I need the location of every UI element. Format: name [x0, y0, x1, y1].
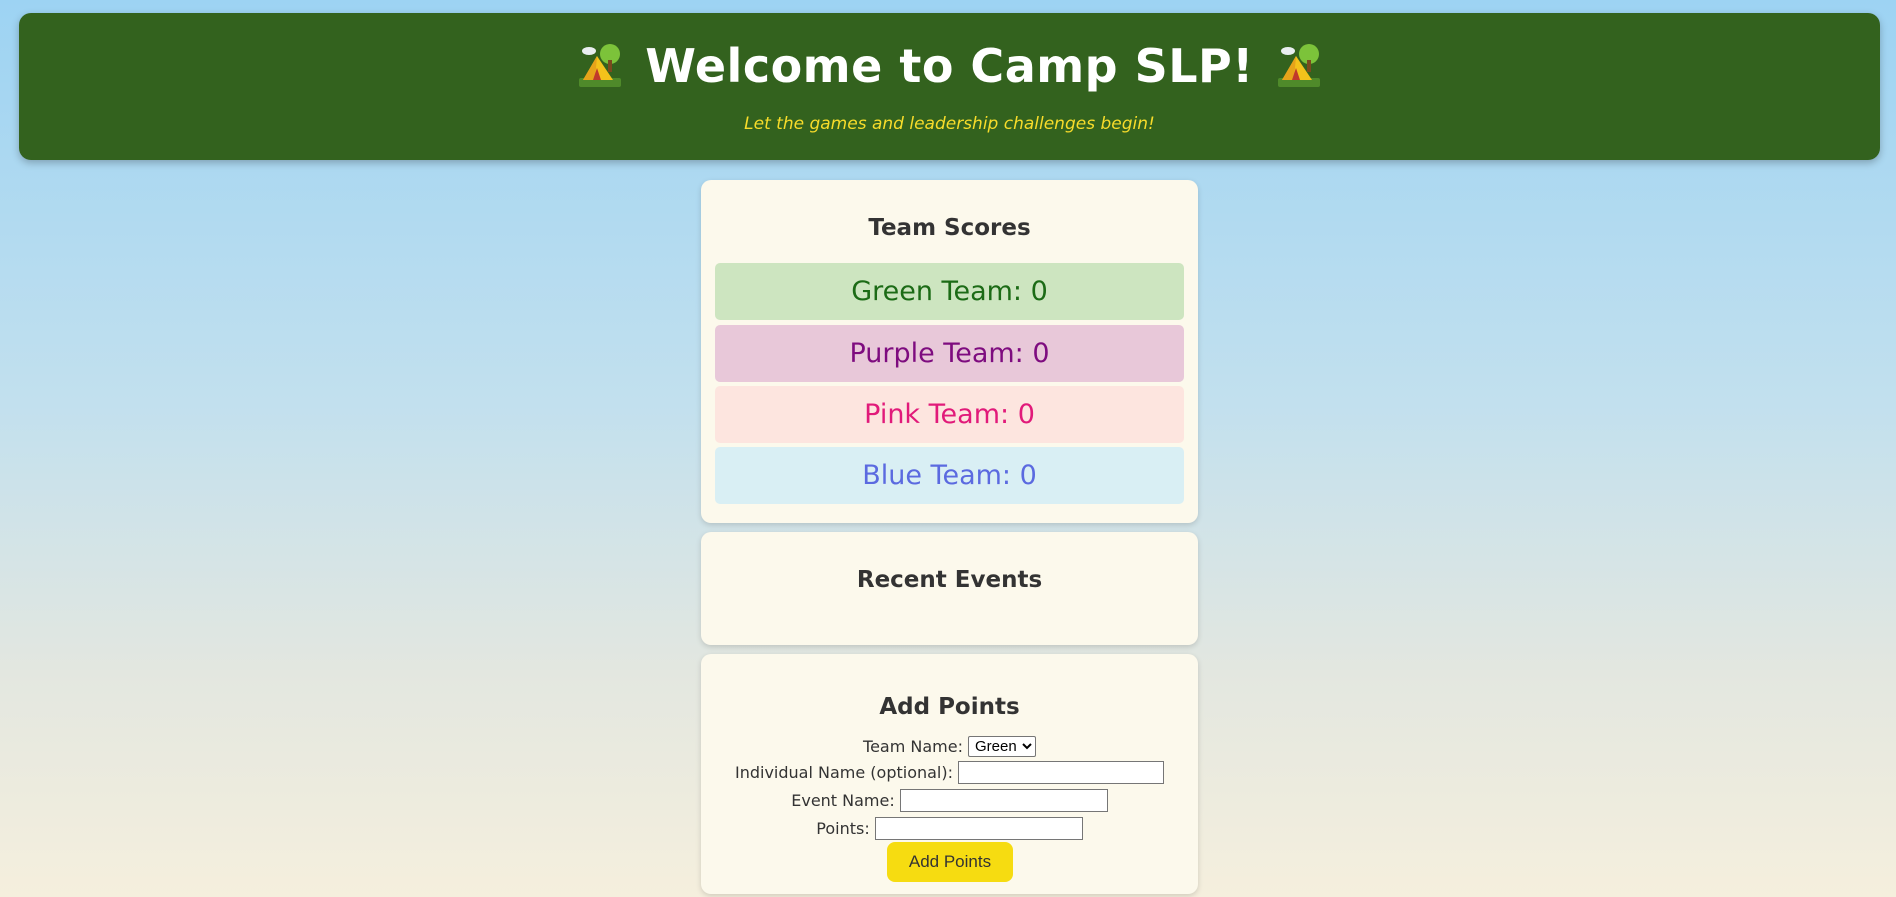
points-row: Points: — [701, 817, 1198, 840]
add-points-button[interactable]: Add Points — [887, 842, 1013, 882]
team-name-row: Team Name: Green — [701, 736, 1198, 757]
event-name-row: Event Name: — [701, 789, 1198, 812]
team-score-purple: Purple Team: 0 — [715, 325, 1184, 382]
add-points-card: Add Points Team Name: Green Individual N… — [701, 654, 1198, 894]
team-score-blue: Blue Team: 0 — [715, 447, 1184, 504]
points-label: Points: — [816, 819, 870, 838]
individual-name-label: Individual Name (optional): — [734, 763, 953, 782]
recent-events-card: Recent Events — [701, 532, 1198, 645]
team-name-label: Team Name: — [863, 737, 963, 756]
event-name-input[interactable] — [899, 789, 1108, 812]
team-scores-card: Team Scores Green Team: 0 Purple Team: 0… — [701, 180, 1198, 523]
team-score-green: Green Team: 0 — [715, 263, 1184, 320]
points-input[interactable] — [874, 817, 1083, 840]
team-score-pink: Pink Team: 0 — [715, 386, 1184, 443]
individual-name-row: Individual Name (optional): — [701, 761, 1198, 784]
team-name-select[interactable]: Green — [967, 736, 1036, 757]
tent-icon — [577, 42, 623, 90]
team-scores-title: Team Scores — [868, 215, 1031, 241]
camp-header: Welcome to Camp SLP! Let the games and l… — [19, 13, 1880, 160]
recent-events-title: Recent Events — [856, 567, 1043, 593]
tent-icon — [1276, 42, 1322, 90]
page-subtitle: Let the games and leadership challenges … — [744, 114, 1155, 134]
event-name-label: Event Name: — [791, 791, 895, 810]
add-points-title: Add Points — [879, 694, 1020, 720]
header-title-row: Welcome to Camp SLP! — [19, 39, 1880, 93]
page-title: Welcome to Camp SLP! — [645, 39, 1254, 93]
individual-name-input[interactable] — [958, 761, 1164, 784]
